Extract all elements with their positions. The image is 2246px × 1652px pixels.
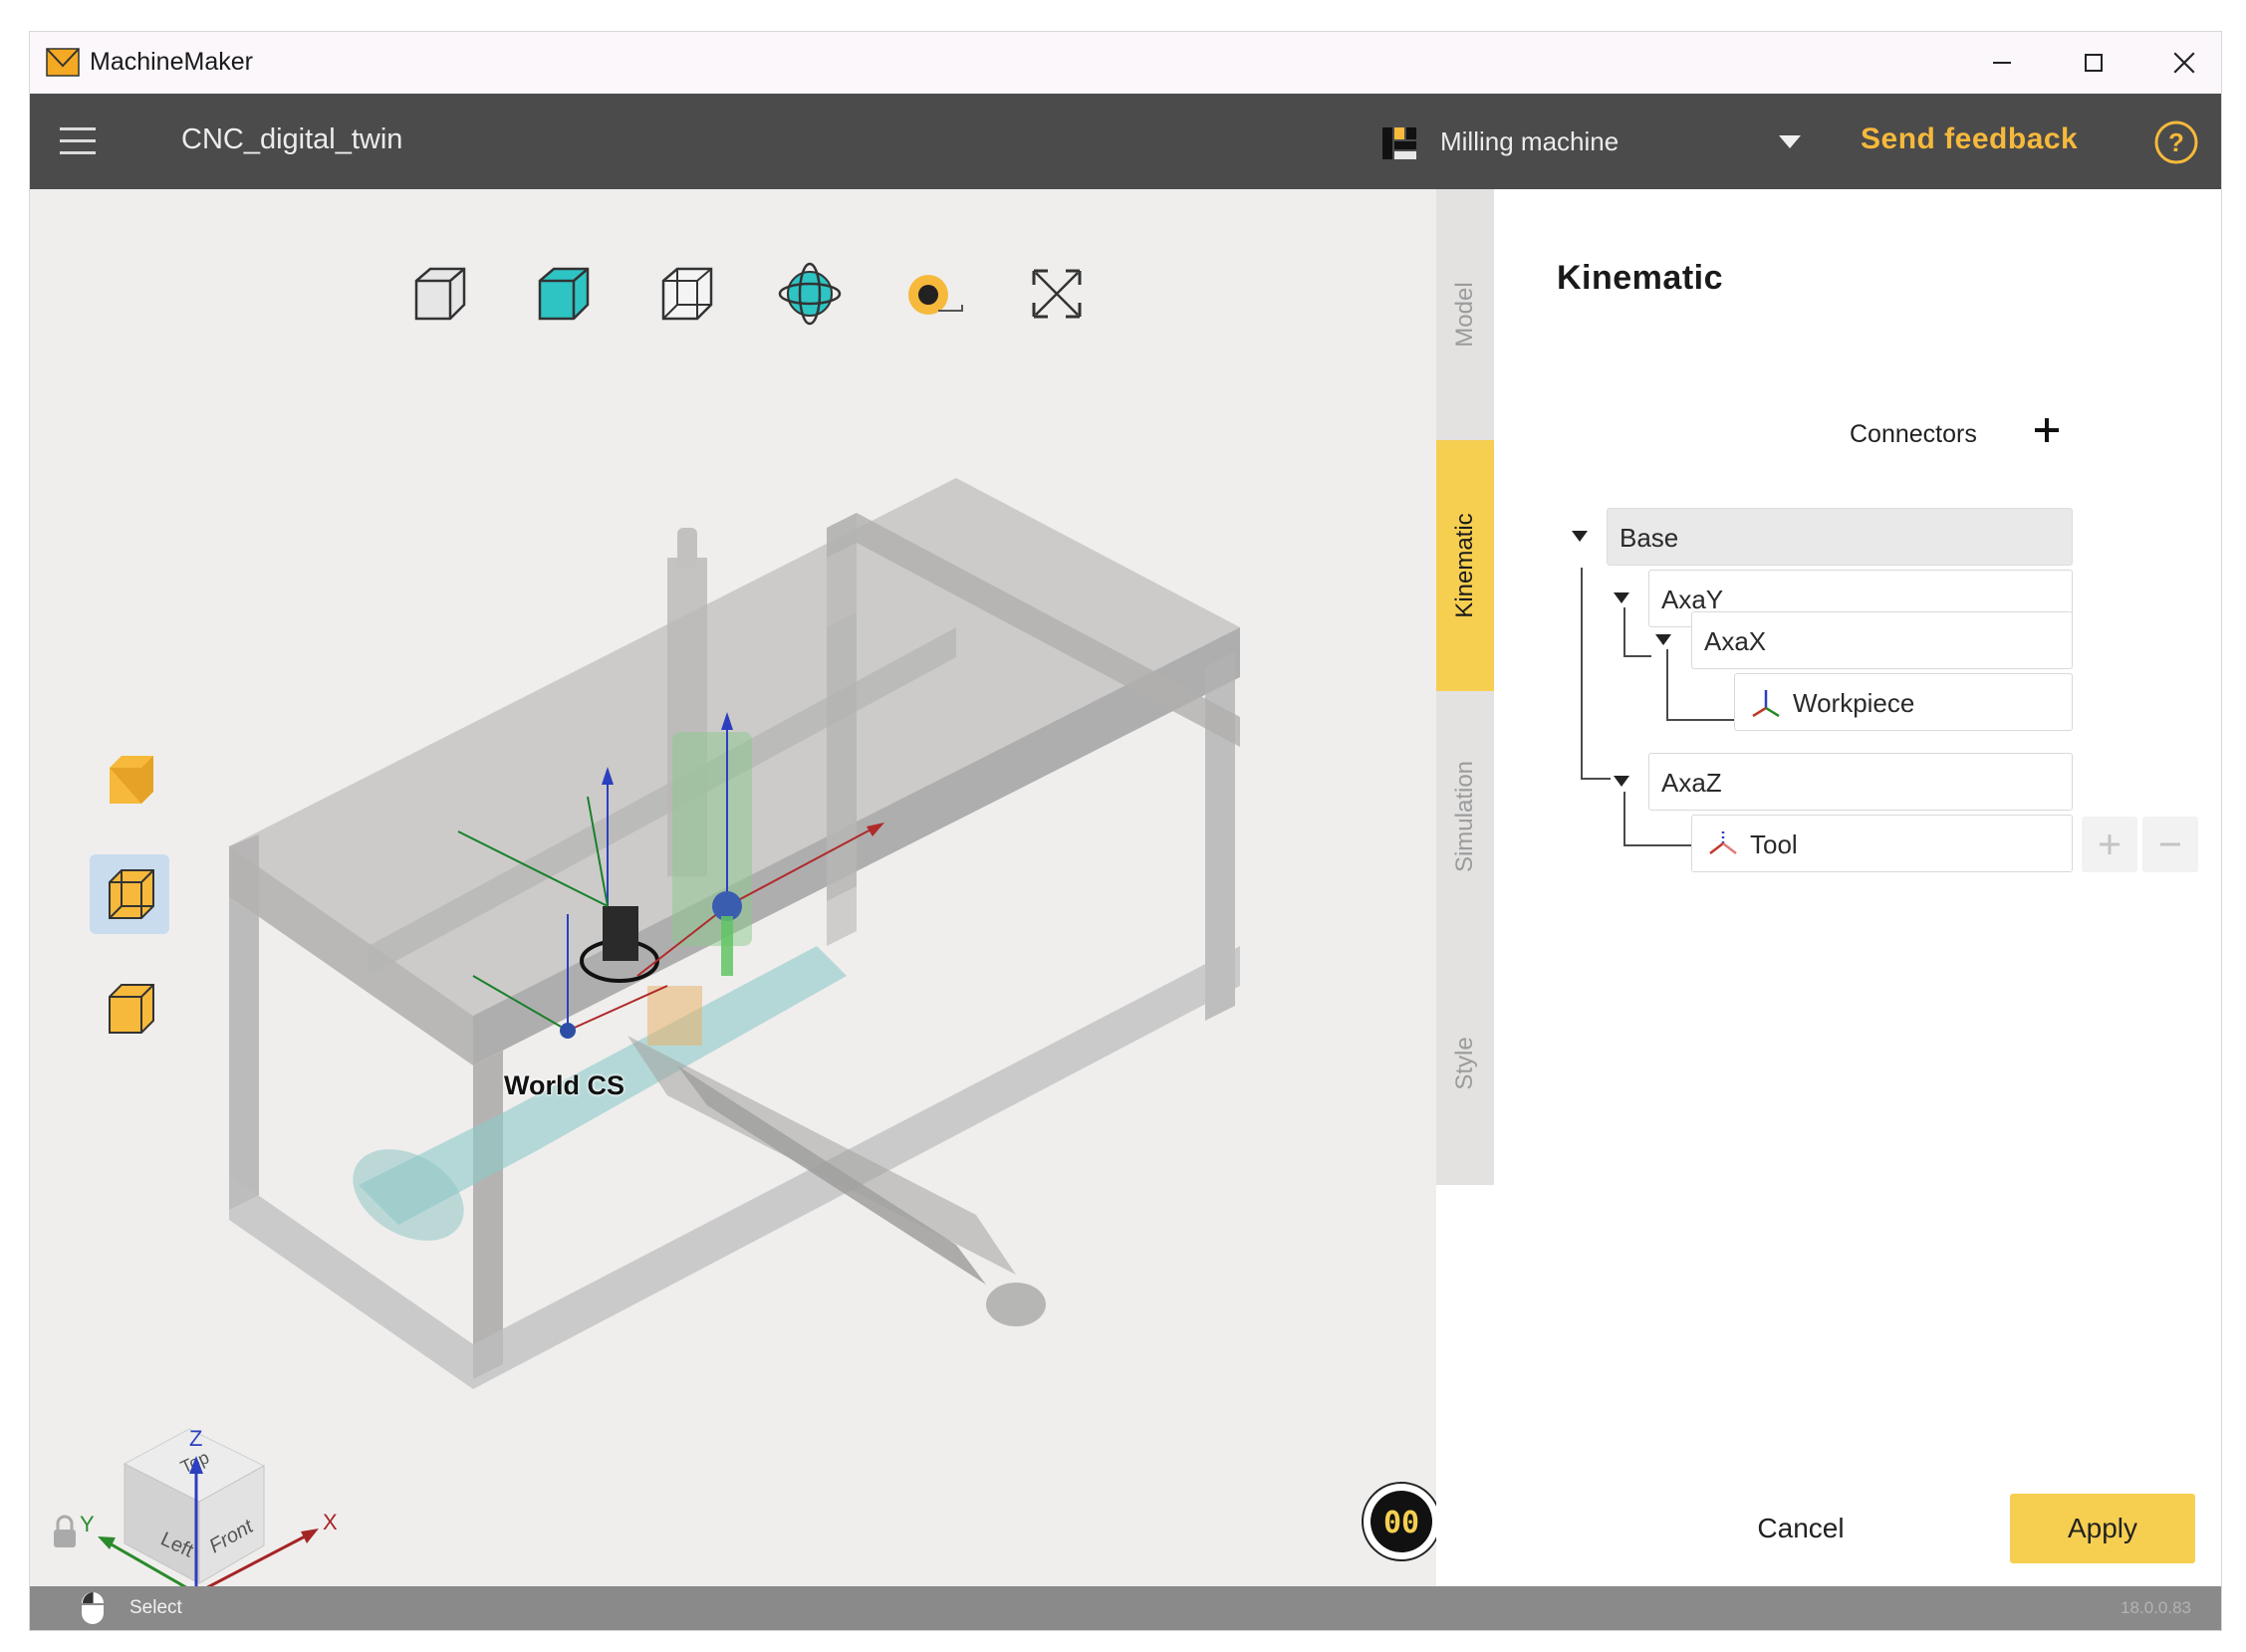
tree-connector [1623, 844, 1691, 846]
machine-3d-model[interactable] [30, 189, 1436, 1586]
nav-cube-axis-x: X [323, 1510, 338, 1534]
tab-model[interactable]: Model [1436, 189, 1494, 440]
fps-value: 00 [1383, 1506, 1419, 1540]
chevron-down-icon[interactable] [1775, 129, 1805, 153]
tree-connector [1581, 778, 1611, 780]
fps-counter: 00 [1362, 1482, 1436, 1561]
edged-cube-icon[interactable] [90, 969, 169, 1049]
tree-connector [1666, 719, 1734, 721]
minus-icon [2160, 842, 2180, 846]
wireframe-view-icon[interactable] [404, 259, 474, 329]
app-window: MachineMaker CNC_digital_twin Milling ma… [30, 32, 2221, 1630]
svg-text:?: ? [2168, 127, 2184, 157]
tab-simulation[interactable]: Simulation [1436, 691, 1494, 942]
nav-cube-axis-z: Z [189, 1426, 202, 1451]
measure-tape-icon[interactable] [898, 259, 968, 329]
project-name: CNC_digital_twin [181, 123, 403, 155]
coordinate-system-icon [1752, 690, 1780, 718]
machine-type-select[interactable]: Milling machine [1440, 126, 1619, 157]
panel-title: Kinematic [1557, 259, 1723, 297]
add-connector-icon[interactable] [2030, 413, 2064, 447]
app-title: MachineMaker [90, 48, 253, 76]
tree-connector [1623, 792, 1625, 846]
kinematic-panel: Kinematic Connectors Base AxaY AxaX Work… [1494, 189, 2221, 1586]
nav-cube-axis-y: Y [80, 1512, 95, 1536]
transparent-cube-icon [109, 869, 154, 919]
help-icon[interactable]: ? [2153, 119, 2199, 165]
fit-view-icon[interactable] [1022, 259, 1092, 329]
tree-connector [1666, 649, 1668, 721]
lock-icon[interactable] [50, 1514, 80, 1549]
collapse-triangle-icon[interactable] [1653, 631, 1673, 647]
tree-node-label: AxaX [1704, 626, 1767, 656]
tree-node-axaz[interactable]: AxaZ [1648, 753, 2073, 811]
title-bar: MachineMaker [30, 32, 2221, 94]
tab-simulation-label: Simulation [1451, 760, 1478, 873]
tree-node-base[interactable]: Base [1607, 508, 2073, 566]
close-icon [2173, 52, 2195, 74]
3d-viewport[interactable]: World CS Left Front Top Z Y X [30, 189, 1436, 1586]
tab-style[interactable]: Style [1436, 942, 1494, 1185]
milling-machine-icon [1382, 127, 1416, 159]
tree-connector [1623, 655, 1651, 657]
tree-node-axax[interactable]: AxaX [1691, 611, 2073, 669]
close-button[interactable] [2149, 40, 2219, 86]
status-bar: Select 18.0.0.83 [30, 1586, 2221, 1630]
tree-node-tool[interactable]: Tool [1691, 815, 2073, 872]
plus-icon [2100, 834, 2120, 854]
tree-node-workpiece[interactable]: Workpiece [1734, 673, 2073, 731]
minimize-icon [1993, 62, 2011, 64]
status-mode: Select [129, 1597, 182, 1618]
tab-kinematic[interactable]: Kinematic [1436, 440, 1494, 691]
orbit-icon[interactable] [775, 259, 845, 329]
outline-view-icon[interactable] [651, 259, 721, 329]
tree-connector [1581, 568, 1583, 780]
tree-connector [1623, 607, 1625, 657]
tab-style-label: Style [1451, 1037, 1478, 1090]
coordinate-system-icon [1709, 831, 1737, 854]
tab-model-label: Model [1451, 282, 1478, 348]
remove-node-button[interactable] [2142, 817, 2198, 872]
transparent-cube-button[interactable] [90, 854, 169, 934]
collapse-triangle-icon[interactable] [1612, 590, 1631, 605]
solid-cube-icon[interactable] [90, 740, 169, 820]
navigation-cube[interactable]: Left Front Top Z Y X [40, 1384, 359, 1586]
tab-kinematic-label: Kinematic [1451, 513, 1478, 618]
apply-button[interactable]: Apply [2010, 1494, 2195, 1563]
collapse-triangle-icon[interactable] [1612, 773, 1631, 789]
app-header: CNC_digital_twin Milling machine Send fe… [30, 94, 2221, 189]
collapse-triangle-icon[interactable] [1570, 528, 1590, 544]
tree-node-label: Base [1620, 523, 1679, 553]
world-cs-label: World CS [504, 1070, 624, 1100]
mouse-icon [82, 1592, 104, 1624]
tree-node-label: AxaZ [1661, 768, 1722, 798]
cancel-button[interactable]: Cancel [1731, 1504, 1871, 1553]
tree-node-label: Workpiece [1793, 688, 1915, 718]
send-feedback-link[interactable]: Send feedback [1861, 122, 2078, 156]
maximize-button[interactable] [2059, 40, 2128, 86]
shaded-view-icon[interactable] [528, 259, 598, 329]
maximize-icon [2085, 54, 2103, 72]
add-node-button[interactable] [2082, 817, 2137, 872]
hamburger-menu-icon[interactable] [58, 123, 98, 159]
minimize-button[interactable] [1967, 40, 2037, 86]
side-tab-bar: Model Kinematic Simulation Style [1436, 189, 1494, 1185]
version-label: 18.0.0.83 [2121, 1598, 2191, 1617]
connectors-label: Connectors [1850, 420, 1977, 448]
app-logo-icon [46, 48, 80, 77]
tree-node-label: Tool [1750, 829, 1798, 859]
